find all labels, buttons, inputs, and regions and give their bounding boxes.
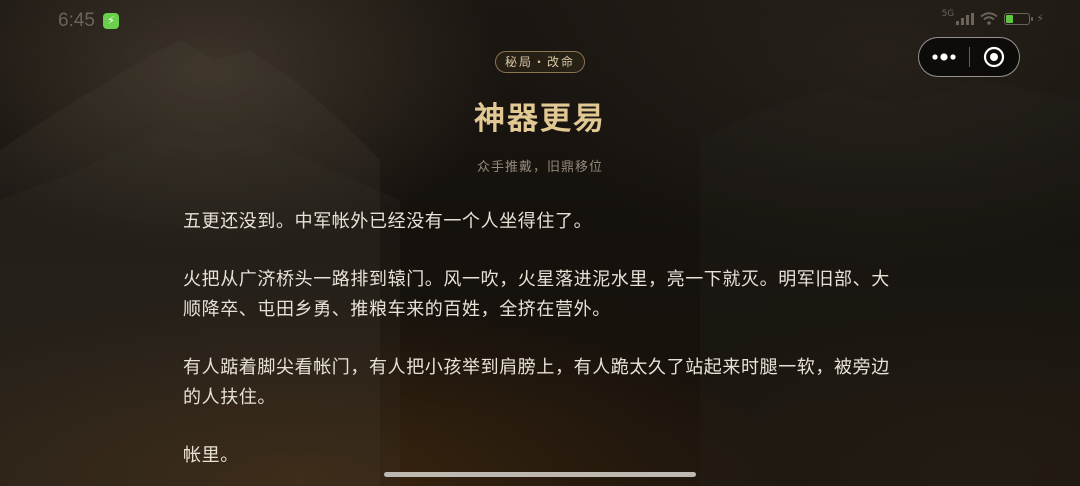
more-button[interactable] <box>919 38 969 76</box>
charging-bolt-icon: ⚡ <box>1036 12 1044 25</box>
chapter-title: 神器更易 <box>474 101 606 137</box>
close-button[interactable] <box>969 38 1019 76</box>
close-target-icon <box>984 46 1005 68</box>
story-paragraph: 火把从广济桥头一路排到辕门。风一吹，火星落进泥水里，亮一下就灭。明军旧部、大顺降… <box>183 269 890 320</box>
app-charging-badge-icon: ⚡ <box>103 13 119 29</box>
home-indicator[interactable] <box>384 472 696 477</box>
status-indicators: 5G ⚡ <box>941 8 1044 26</box>
wifi-icon <box>980 12 998 25</box>
story-paragraph: 五更还没到。中军帐外已经没有一个人坐得住了。 <box>183 211 593 232</box>
more-dots-icon <box>932 53 956 61</box>
chapter-tag: 秘局・改命 <box>495 51 585 73</box>
battery-icon <box>1004 12 1034 25</box>
network-label: 5G <box>941 8 955 19</box>
status-time: 6:45 <box>58 10 95 31</box>
story-text: 五更还没到。中军帐外已经没有一个人坐得住了。 火把从广济桥头一路排到辕门。风一吹… <box>183 207 893 486</box>
mini-program-capsule <box>918 37 1020 77</box>
story-paragraph: 有人踮着脚尖看帐门，有人把小孩举到肩膀上，有人跪太久了站起来时腿一软，被旁边的人… <box>183 357 890 408</box>
chapter-subtitle: 众手推戴，旧鼎移位 <box>476 160 603 175</box>
story-paragraph: 帐里。 <box>183 445 239 466</box>
cellular-signal-icon <box>956 12 975 25</box>
